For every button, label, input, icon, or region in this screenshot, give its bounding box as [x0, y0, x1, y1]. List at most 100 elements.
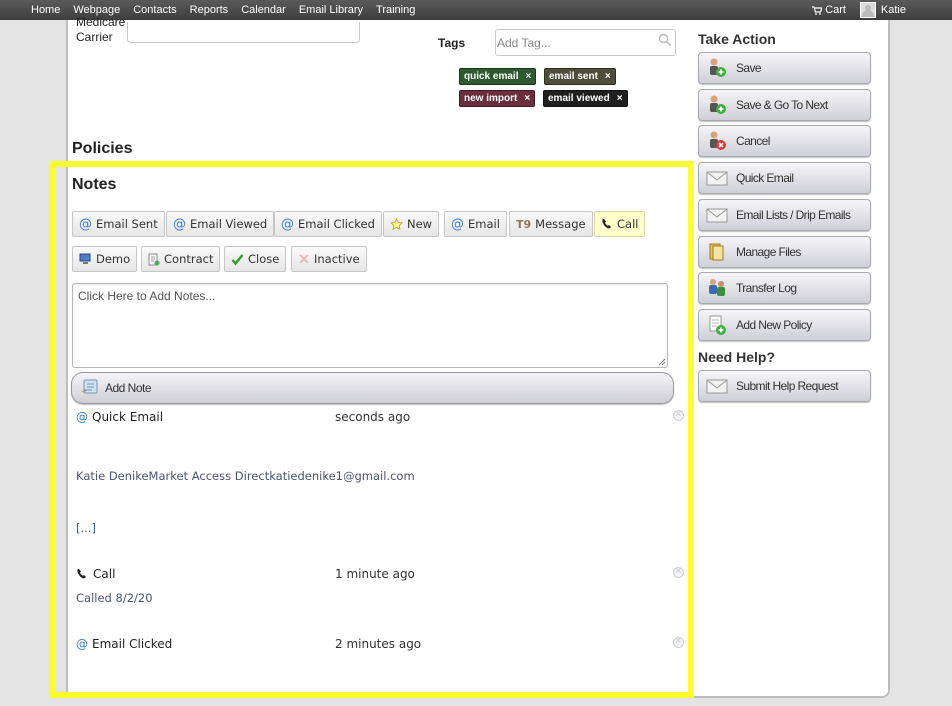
note-timestamp: 1 minute ago [335, 567, 415, 581]
search-icon[interactable] [658, 33, 672, 47]
manage-files-button[interactable]: Manage Files [698, 236, 871, 268]
note-type-demo-button[interactable]: Demo [72, 246, 138, 272]
tag-remove-icon[interactable]: × [617, 93, 623, 104]
document-icon [148, 253, 160, 266]
button-label: Add New Policy [736, 318, 812, 332]
note-expand-link[interactable]: [...] [76, 521, 96, 535]
email-lists-drip-emails-button[interactable]: Email Lists / Drip Emails [698, 199, 871, 231]
add-note-button[interactable]: Add Note [71, 372, 674, 404]
notes-highlight-frame [50, 161, 694, 698]
note-entry-type: Call [76, 567, 115, 581]
nav-reports[interactable]: Reports [190, 4, 229, 16]
button-label: Contract [164, 252, 214, 266]
note-type-message-button[interactable]: T9 Message [509, 211, 593, 237]
tag-label: email sent [549, 71, 598, 82]
resize-handle-icon[interactable] [658, 358, 666, 366]
document-add-icon [706, 314, 728, 336]
notes-textarea[interactable]: Click Here to Add Notes... [72, 283, 668, 368]
button-label: Demo [96, 252, 131, 266]
button-label: Email Clicked [298, 217, 375, 231]
transfer-log-button[interactable]: Transfer Log [698, 272, 871, 304]
cart-link[interactable]: Cart [812, 4, 846, 16]
person-add-icon [706, 94, 728, 116]
notes-textarea-placeholder: Click Here to Add Notes... [78, 289, 216, 303]
checkmark-icon [231, 253, 244, 266]
nav-training[interactable]: Training [376, 4, 415, 16]
at-icon: @ [173, 216, 186, 232]
monitor-icon [79, 253, 92, 265]
delete-note-icon[interactable] [673, 635, 684, 648]
note-type-email-button[interactable]: @ Email [444, 211, 507, 237]
user-name[interactable]: Katie [881, 4, 906, 16]
notes-title: Notes [72, 176, 117, 193]
button-label: Close [248, 252, 280, 266]
note-entry-type: @ Email Clicked [76, 637, 172, 651]
note-type-close-button[interactable]: Close [224, 246, 287, 272]
medicare-carrier-label: Medicare Carrier [76, 15, 125, 45]
nav-contacts[interactable]: Contacts [133, 4, 176, 16]
note-type-email-clicked-button[interactable]: @ Email Clicked [274, 211, 382, 237]
save-button[interactable]: Save [698, 52, 871, 84]
star-icon [390, 217, 403, 231]
button-label: Quick Email [736, 171, 794, 185]
phone-icon [601, 218, 613, 230]
save-and-go-to-next-button[interactable]: Save & Go To Next [698, 89, 871, 121]
tag-remove-icon[interactable]: × [524, 93, 530, 104]
note-type-contract-button[interactable]: Contract [141, 246, 221, 272]
tag-label: email viewed [548, 93, 610, 104]
add-new-policy-button[interactable]: Add New Policy [698, 309, 871, 341]
add-note-label: Add Note [105, 381, 152, 395]
delete-note-icon[interactable] [673, 408, 684, 421]
at-icon: @ [451, 216, 464, 232]
delete-note-icon[interactable] [673, 565, 684, 578]
cancel-button[interactable]: Cancel [698, 125, 871, 157]
nav-home[interactable]: Home [31, 4, 60, 16]
policies-title: Policies [72, 140, 133, 157]
note-type-call-button[interactable]: Call [594, 211, 646, 237]
tag-email-viewed: email viewed × [543, 90, 628, 107]
top-nav-bar: Home Webpage Contacts Reports Calendar E… [0, 0, 952, 20]
note-type-label: Call [93, 567, 116, 581]
notepad-icon [80, 378, 100, 399]
button-label: Save [736, 61, 762, 75]
at-icon: @ [76, 410, 88, 424]
note-type-inactive-button[interactable]: Inactive [291, 246, 367, 272]
cart-icon [812, 5, 823, 15]
x-icon [298, 253, 310, 265]
envelope-icon [706, 204, 728, 226]
add-tag-placeholder: Add Tag... [497, 36, 551, 50]
note-type-email-viewed-button[interactable]: @ Email Viewed [166, 211, 275, 237]
button-label: New [407, 217, 433, 231]
button-label: Submit Help Request [736, 379, 839, 393]
envelope-icon [706, 375, 728, 397]
medicare-carrier-input[interactable] [127, 22, 360, 43]
note-timestamp: 2 minutes ago [335, 637, 422, 651]
phone-icon [76, 568, 88, 580]
note-body: Called 8/2/20 [76, 591, 153, 605]
avatar[interactable] [859, 2, 876, 18]
take-action-title: Take Action [698, 31, 776, 47]
nav-email-library[interactable]: Email Library [299, 4, 363, 16]
nav-calendar[interactable]: Calendar [241, 4, 286, 16]
tag-label: quick email [464, 71, 519, 82]
tags-label: Tags [438, 36, 466, 50]
button-label: Email Lists / Drip Emails [736, 208, 851, 222]
note-type-label: Email Clicked [92, 637, 173, 651]
at-icon: @ [281, 216, 294, 232]
add-tag-input[interactable]: Add Tag... [495, 29, 676, 56]
nav-right: Cart Katie [812, 0, 906, 20]
tag-remove-icon[interactable]: × [525, 71, 531, 82]
tag-remove-icon[interactable]: × [605, 71, 611, 82]
folder-icon [706, 241, 728, 263]
note-type-new-button[interactable]: New [383, 211, 440, 237]
note-type-email-sent-button[interactable]: @ Email Sent [72, 211, 165, 237]
note-timestamp: seconds ago [335, 410, 411, 424]
quick-email-button[interactable]: Quick Email [698, 162, 871, 194]
note-type-label: Quick Email [92, 410, 164, 424]
button-label: Inactive [314, 252, 360, 266]
button-label: Manage Files [736, 245, 801, 259]
button-label: Call [617, 217, 639, 231]
person-cancel-icon [706, 130, 728, 152]
submit-help-request-button[interactable]: Submit Help Request [698, 370, 871, 402]
at-icon: @ [76, 637, 88, 651]
